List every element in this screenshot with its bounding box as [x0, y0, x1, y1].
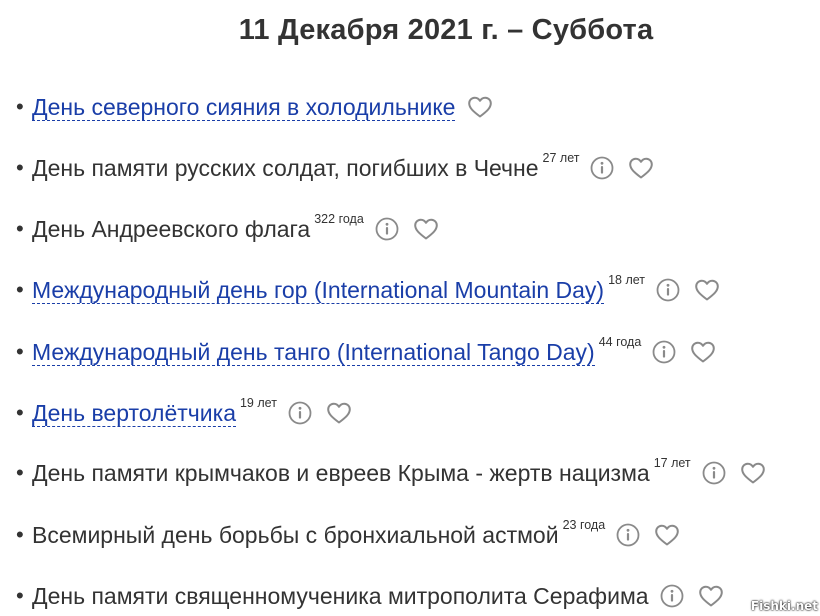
heart-outline-icon[interactable]	[740, 460, 766, 486]
heart-outline-icon[interactable]	[467, 94, 493, 120]
age-badge: 19 лет	[239, 396, 277, 410]
info-circle-icon[interactable]	[701, 460, 727, 486]
holiday-list: • День северного сияния в холодильнике • Де…	[0, 0, 820, 616]
info-circle-icon[interactable]	[374, 216, 400, 242]
age-badge: 23 года	[562, 518, 606, 532]
info-circle-icon[interactable]	[655, 277, 681, 303]
age-badge: 322 года	[314, 212, 364, 226]
list-item: • День северного сияния в холодильнике	[16, 89, 493, 125]
age-badge: 17 лет	[653, 456, 691, 470]
list-item: • Международный день танго (International…	[16, 334, 716, 370]
bullet: •	[16, 339, 24, 364]
heart-outline-icon[interactable]	[628, 155, 654, 181]
heart-outline-icon[interactable]	[694, 277, 720, 303]
heart-outline-icon[interactable]	[413, 216, 439, 242]
holiday-label: Всемирный день борьбы с бронхиальной аст…	[32, 521, 559, 548]
heart-outline-icon[interactable]	[326, 400, 352, 426]
heart-outline-icon[interactable]	[698, 583, 724, 609]
list-item: • День памяти русских солдат, погибших в …	[16, 150, 654, 186]
info-circle-icon[interactable]	[615, 522, 641, 548]
holiday-link[interactable]: Международный день гор (International Mo…	[32, 277, 605, 304]
info-circle-icon[interactable]	[651, 339, 677, 365]
age-badge: 44 года	[598, 335, 642, 349]
holiday-label: День памяти священномученика митрополита…	[32, 582, 649, 609]
holiday-link[interactable]: Международный день танго (International …	[32, 339, 595, 366]
info-circle-icon[interactable]	[589, 155, 615, 181]
bullet: •	[16, 94, 24, 119]
holiday-label: День памяти крымчаков и евреев Крыма - ж…	[32, 459, 650, 486]
bullet: •	[16, 583, 24, 608]
bullet: •	[16, 277, 24, 302]
heart-outline-icon[interactable]	[690, 339, 716, 365]
list-item: • День памяти священномученика митрополит…	[16, 578, 724, 614]
holiday-link[interactable]: День северного сияния в холодильнике	[32, 94, 456, 121]
list-item: • Международный день гор (International M…	[16, 272, 720, 308]
holiday-link[interactable]: День вертолётчика	[32, 400, 236, 427]
bullet: •	[16, 400, 24, 425]
info-circle-icon[interactable]	[659, 583, 685, 609]
list-item: • Всемирный день борьбы с бронхиальной ас…	[16, 517, 680, 553]
list-item: • День Андреевского флага 322 года	[16, 211, 439, 247]
info-circle-icon[interactable]	[287, 400, 313, 426]
bullet: •	[16, 155, 24, 180]
bullet: •	[16, 460, 24, 485]
list-item: • День памяти крымчаков и евреев Крыма - …	[16, 455, 766, 491]
age-badge: 18 лет	[608, 273, 646, 287]
heart-outline-icon[interactable]	[654, 522, 680, 548]
bullet: •	[16, 522, 24, 547]
holiday-label: День Андреевского флага	[32, 215, 311, 242]
watermark-logo: Fishki.net	[750, 599, 818, 613]
list-item: • День вертолётчика 19 лет	[16, 395, 352, 431]
bullet: •	[16, 216, 24, 241]
holiday-label: День памяти русских солдат, погибших в Ч…	[32, 154, 539, 181]
age-badge: 27 лет	[542, 151, 580, 165]
